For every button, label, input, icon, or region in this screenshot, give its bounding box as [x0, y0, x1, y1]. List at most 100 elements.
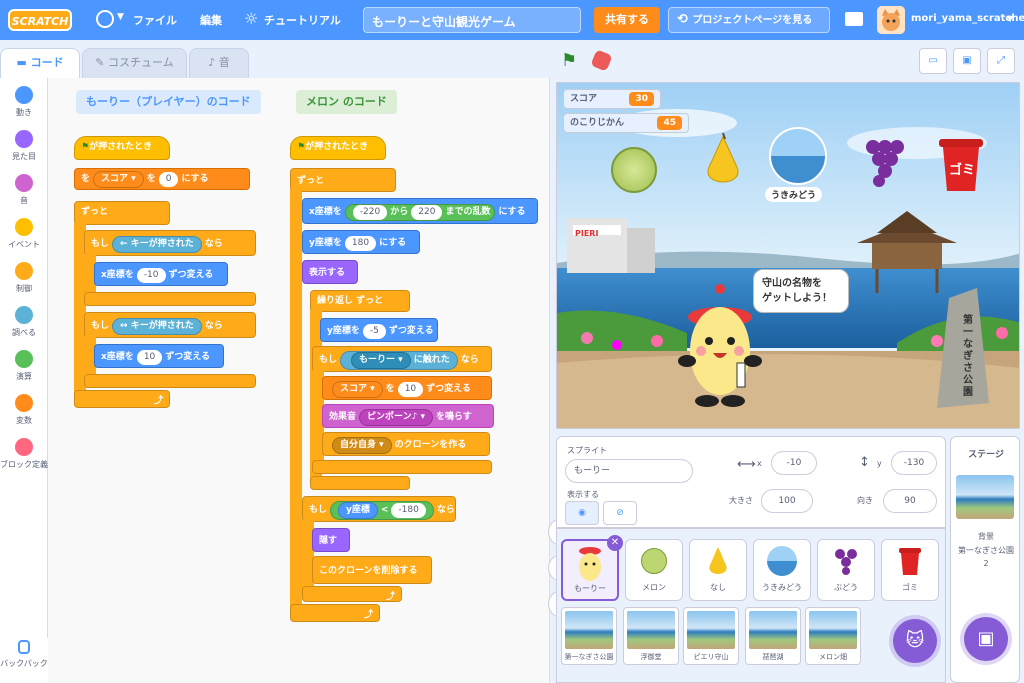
stop-button[interactable] [590, 49, 613, 72]
if-touching-block[interactable]: もし もーりー ▾ に触れた なら [312, 346, 492, 372]
y-input[interactable]: 180 [344, 236, 377, 251]
sprite-thumb-trash[interactable]: ゴミ [881, 539, 939, 601]
touch-target-dropdown[interactable]: もーりー ▾ [351, 352, 411, 369]
project-title-input[interactable]: もーりーと守山観光ゲーム [363, 7, 581, 33]
choose-sprite-button[interactable]: 🐱 [893, 619, 937, 663]
play-sound-block[interactable]: 効果音 ピンポーン♪ ▾ を鳴らす [322, 404, 494, 428]
globe-icon[interactable] [96, 10, 114, 28]
backdrop-thumb-1[interactable]: 第一なぎさ公園 [561, 607, 617, 665]
value-input[interactable]: 0 [158, 172, 179, 187]
set-variable-block[interactable]: をスコア ▾ を 0 にする [74, 168, 250, 190]
repeat-forever-block[interactable]: 繰り返し ずっと [310, 290, 410, 312]
choose-backdrop-button[interactable]: ▣ [964, 617, 1008, 661]
direction-input[interactable]: 90 [883, 489, 937, 513]
ylimit-input[interactable]: -180 [391, 503, 426, 518]
menu-tutorials[interactable]: チュートリアル [264, 12, 341, 28]
sprite-thumb-grape[interactable]: ぶどう [817, 539, 875, 601]
backdrop-thumb-4[interactable]: 琵琶湖 [745, 607, 801, 665]
fullscreen-button[interactable]: ⤢ [987, 48, 1015, 74]
category-6[interactable]: 調べる [0, 306, 48, 338]
ukimido-sprite[interactable] [769, 127, 827, 185]
y-position-reporter[interactable]: y座標 [338, 502, 378, 519]
random-max-input[interactable]: 220 [411, 205, 443, 220]
tab-costumes[interactable]: ✎ コスチューム [82, 48, 187, 78]
dx-input[interactable]: 10 [136, 350, 163, 365]
show-visible-button[interactable]: ◉ [565, 501, 599, 525]
if-ylimit-block[interactable]: もし y座標 < -180 なら [302, 496, 456, 522]
folder-icon[interactable] [845, 12, 863, 26]
comment-melon[interactable]: メロン のコード [296, 90, 397, 114]
project-page-button[interactable]: ⟲ プロジェクトページを見る [668, 7, 830, 33]
comment-player[interactable]: もーりー（プレイヤー）のコード [76, 90, 261, 114]
if-block-right[interactable]: もし ↔ キーが押された なら [84, 312, 256, 338]
sound-dropdown[interactable]: ピンポーン♪ ▾ [359, 409, 433, 426]
touching-block[interactable]: もーりー ▾ に触れた [340, 351, 458, 370]
share-button[interactable]: 共有する [594, 7, 660, 33]
change-x-block[interactable]: x座標を -10 ずつ変える [94, 262, 228, 286]
category-7[interactable]: 演算 [0, 350, 48, 382]
menu-edit[interactable]: 編集 [200, 12, 222, 28]
category-9[interactable]: ブロック定義 [0, 438, 48, 470]
stage[interactable]: PIERI スコア 30 のこりじかん 45 うきみどう ゴミ 守山の名物を ゲット… [556, 82, 1020, 429]
backdrop-thumb-5[interactable]: メロン畑 [805, 607, 861, 665]
scratch-logo[interactable]: SCRATCH [8, 9, 72, 31]
hide-invisible-button[interactable]: ⊘ [603, 501, 637, 525]
melon-sprite[interactable] [611, 147, 657, 193]
small-stage-button[interactable]: ▭ [919, 48, 947, 74]
random-block[interactable]: -220 から 220 までの乱数 [344, 204, 496, 221]
x-input[interactable]: -10 [771, 451, 817, 475]
key-pressed-block[interactable]: ← キーが押された [112, 236, 202, 253]
delete-clone-block[interactable]: このクローンを削除する [312, 556, 432, 584]
chevron-down-icon[interactable]: ▼ [117, 12, 124, 22]
if-block-left[interactable]: もし ← キーが押された なら [84, 230, 256, 256]
create-clone-block[interactable]: 自分自身 ▾ のクローンを作る [322, 432, 490, 456]
score-monitor[interactable]: スコア 30 [563, 89, 661, 109]
category-8[interactable]: 変数 [0, 394, 48, 426]
sprite-thumb-melon[interactable]: メロン [625, 539, 683, 601]
clone-target-dropdown[interactable]: 自分自身 ▾ [332, 437, 392, 454]
change-score-block[interactable]: スコア ▾ を 10 ずつ変える [322, 376, 492, 400]
backdrop-thumb-2[interactable]: 浮御堂 [623, 607, 679, 665]
sprite-name-input[interactable]: もーりー [565, 459, 693, 483]
key-pressed-block[interactable]: ↔ キーが押された [112, 318, 202, 335]
dx-input[interactable]: -10 [136, 268, 166, 283]
score-input[interactable]: 10 [397, 382, 424, 397]
change-x-block[interactable]: x座標を 10 ずつ変える [94, 344, 224, 368]
change-y-block[interactable]: y座標を -5 ずつ変える [320, 318, 438, 342]
script-area[interactable]: もーりー（プレイヤー）のコード ⚑が押されたとき をスコア ▾ を 0 にする ずっと… [48, 78, 576, 683]
set-y-block[interactable]: y座標を 180 にする [302, 230, 420, 254]
stage-panel[interactable]: ステージ 背景 第一なぎさ公園 2 ▣ [950, 436, 1020, 683]
large-stage-button[interactable]: ▣ [953, 48, 981, 74]
show-block[interactable]: 表示する [302, 260, 358, 284]
delete-sprite-button[interactable]: ✕ [607, 535, 623, 551]
sun-icon[interactable]: ☼ [244, 9, 258, 28]
pear-sprite[interactable] [703, 132, 743, 193]
less-than-block[interactable]: y座標 < -180 [330, 501, 434, 520]
forever-block[interactable]: ずっと [74, 201, 170, 225]
avatar[interactable] [877, 6, 905, 34]
category-3[interactable]: 音 [0, 174, 48, 206]
menu-file[interactable]: ファイル [133, 12, 177, 28]
when-flag-clicked-block[interactable]: ⚑が押されたとき [290, 136, 386, 160]
forever-block[interactable]: ずっと [290, 168, 396, 192]
green-flag-button[interactable]: ⚑ [561, 50, 577, 71]
variable-dropdown[interactable]: スコア ▾ [93, 171, 144, 188]
tab-code[interactable]: ▬ コード [0, 48, 80, 78]
variable-dropdown[interactable]: スコア ▾ [332, 381, 383, 398]
sprite-thumb-pear[interactable]: なし [689, 539, 747, 601]
dy-input[interactable]: -5 [362, 324, 386, 339]
mori-character-sprite[interactable] [675, 277, 765, 413]
category-2[interactable]: 見た目 [0, 130, 48, 162]
grape-sprite[interactable] [859, 133, 909, 189]
chevron-down-icon[interactable]: ▼ [1007, 14, 1013, 23]
backpack[interactable]: バックパック [0, 638, 48, 683]
hide-block[interactable]: 隠す [312, 528, 350, 552]
y-input[interactable]: -130 [891, 451, 937, 475]
time-monitor[interactable]: のこりじかん 45 [563, 113, 689, 133]
tab-sounds[interactable]: ♪ 音 [189, 48, 249, 78]
backdrop-thumb-3[interactable]: ピエリ守山 [683, 607, 739, 665]
set-x-block[interactable]: x座標を -220 から 220 までの乱数 にする [302, 198, 538, 224]
category-4[interactable]: イベント [0, 218, 48, 250]
when-flag-clicked-block[interactable]: ⚑が押されたとき [74, 136, 170, 160]
random-min-input[interactable]: -220 [352, 205, 388, 220]
